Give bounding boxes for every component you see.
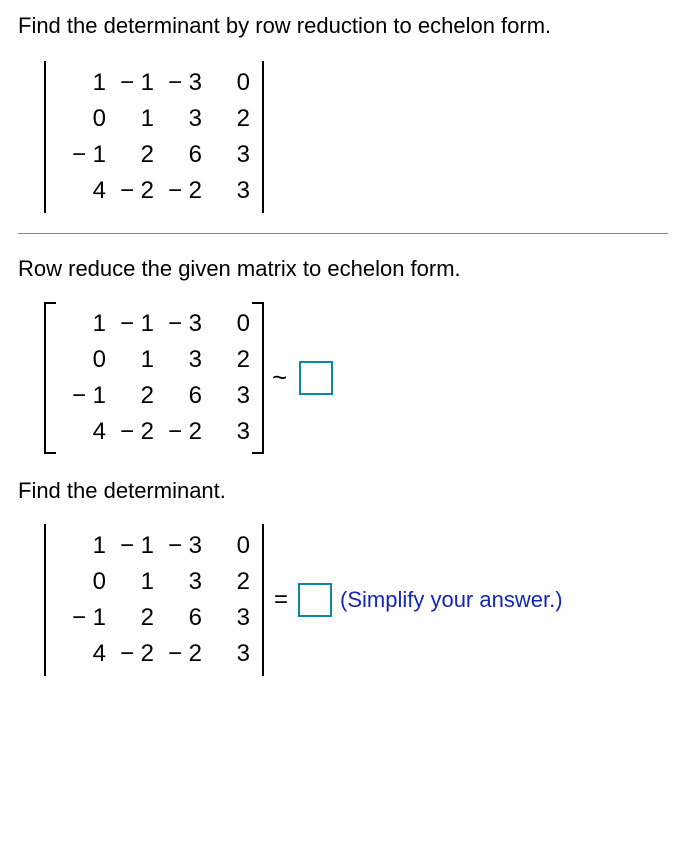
cell: − 1	[58, 378, 106, 414]
cell: 2	[202, 342, 250, 378]
cell: 0	[202, 306, 250, 342]
cell: 1	[106, 342, 154, 378]
cell: 3	[154, 101, 202, 137]
cell: 1	[106, 564, 154, 600]
cell: − 3	[154, 65, 202, 101]
cell: 1	[106, 101, 154, 137]
cell: 2	[106, 378, 154, 414]
cell: 3	[202, 378, 250, 414]
cell: 4	[58, 636, 106, 672]
matrix-bracket: 1 − 1 − 3 0 0 1 3 2 − 1 2 6 3	[44, 300, 264, 456]
cell: 1	[58, 528, 106, 564]
cell: 4	[58, 414, 106, 450]
cell: 2	[106, 600, 154, 636]
cell: − 1	[106, 528, 154, 564]
cell: 1	[58, 306, 106, 342]
row-reduce-line: 1 − 1 − 3 0 0 1 3 2 − 1 2 6 3	[44, 300, 668, 456]
divider	[18, 233, 668, 234]
determinant-answer-input[interactable]	[298, 583, 332, 617]
cell: 3	[202, 173, 250, 209]
cell: 3	[202, 414, 250, 450]
matrix-determinant-top: 1 − 1 − 3 0 0 1 3 2 − 1 2 6 3	[44, 59, 264, 215]
cell: − 2	[106, 173, 154, 209]
cell: − 1	[58, 600, 106, 636]
cell: 0	[58, 564, 106, 600]
cell: − 1	[58, 137, 106, 173]
determinant-answer-line: 1 − 1 − 3 0 0 1 3 2 − 1 2 6 3	[44, 522, 668, 678]
cell: 3	[202, 137, 250, 173]
step-2-text: Find the determinant.	[18, 478, 668, 504]
cell: 6	[154, 378, 202, 414]
cell: 0	[202, 528, 250, 564]
cell: − 2	[106, 636, 154, 672]
cell: − 2	[154, 414, 202, 450]
equals-sign: =	[274, 586, 288, 614]
cell: − 2	[154, 173, 202, 209]
cell: 6	[154, 137, 202, 173]
cell: − 1	[106, 65, 154, 101]
cell: − 3	[154, 306, 202, 342]
cell: 3	[202, 600, 250, 636]
echelon-answer-input[interactable]	[299, 361, 333, 395]
problem-statement: Find the determinant by row reduction to…	[18, 12, 668, 41]
cell: 6	[154, 600, 202, 636]
determinant-display-top: 1 − 1 − 3 0 0 1 3 2 − 1 2 6 3	[44, 59, 668, 215]
cell: 2	[202, 101, 250, 137]
cell: 0	[202, 65, 250, 101]
cell: 3	[154, 564, 202, 600]
cell: − 2	[154, 636, 202, 672]
cell: 1	[58, 65, 106, 101]
tilde-symbol: ~	[272, 362, 287, 393]
cell: − 3	[154, 528, 202, 564]
cell: 0	[58, 101, 106, 137]
cell: 3	[154, 342, 202, 378]
cell: 2	[202, 564, 250, 600]
simplify-note: (Simplify your answer.)	[340, 587, 563, 613]
cell: 2	[106, 137, 154, 173]
step-1-text: Row reduce the given matrix to echelon f…	[18, 256, 668, 282]
cell: − 2	[106, 414, 154, 450]
cell: 3	[202, 636, 250, 672]
cell: 4	[58, 173, 106, 209]
cell: − 1	[106, 306, 154, 342]
cell: 0	[58, 342, 106, 378]
matrix-determinant-bottom: 1 − 1 − 3 0 0 1 3 2 − 1 2 6 3	[44, 522, 264, 678]
